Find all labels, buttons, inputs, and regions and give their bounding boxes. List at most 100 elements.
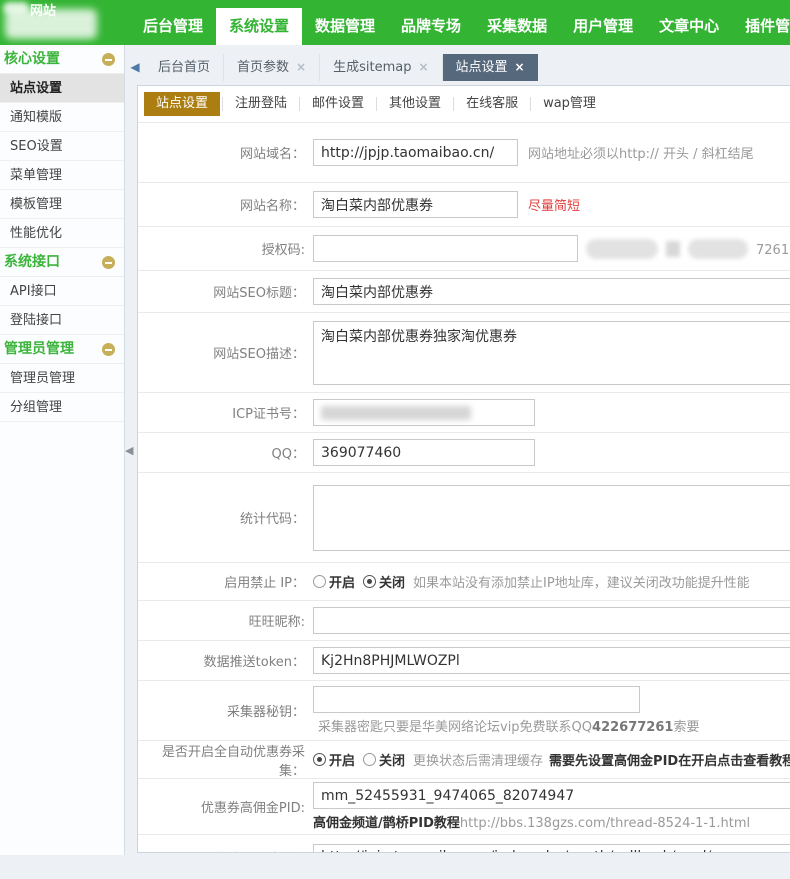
sidebar-item-group-manage[interactable]: 分组管理 xyxy=(0,393,124,422)
tab-generate-sitemap[interactable]: 生成sitemap× xyxy=(320,54,442,81)
collapse-minus-icon[interactable] xyxy=(102,53,115,66)
field-label: 统计代码： xyxy=(138,508,313,527)
subtab-other[interactable]: 其他设置 xyxy=(376,97,453,111)
sidebar-group-api[interactable]: 系统接口 xyxy=(0,248,124,277)
radio-label[interactable]: 开启 xyxy=(329,572,355,591)
collapse-minus-icon[interactable] xyxy=(102,256,115,269)
form-row: 启用禁止 IP： 开启 关闭 如果本站没有添加禁止IP地址库，建议关闭改功能提升… xyxy=(138,563,790,601)
nav-item-brand[interactable]: 品牌专场 xyxy=(388,8,474,45)
subtab-online-service[interactable]: 在线客服 xyxy=(453,97,530,111)
sidebar: 核心设置 站点设置 通知模版 SEO设置 菜单管理 模板管理 性能优化 系统接口… xyxy=(0,45,125,855)
settings-panel: 站点设置 注册登陆 邮件设置 其他设置 在线客服 wap管理 网站域名： 网站地… xyxy=(137,85,790,853)
form-row: QQ登陆回调地址： xyxy=(138,835,790,853)
top-nav: 网站 后台管理 系统设置 数据管理 品牌专场 采集数据 用户管理 文章中心 插件… xyxy=(0,0,790,45)
close-icon[interactable]: × xyxy=(515,60,525,74)
field-label: QQ： xyxy=(138,443,313,462)
form-row: 统计代码： xyxy=(138,473,790,563)
wangwang-nickname-input[interactable] xyxy=(313,607,790,634)
nav-item-articles[interactable]: 文章中心 xyxy=(646,8,732,45)
form-row: 网站SEO标题： xyxy=(138,271,790,313)
logo-text: 网站 xyxy=(30,0,56,19)
sidebar-item-menu[interactable]: 菜单管理 xyxy=(0,161,124,190)
nav-item-data[interactable]: 数据管理 xyxy=(302,8,388,45)
field-label: 网站SEO标题： xyxy=(138,282,313,301)
field-hint: 更换状态后需清理缓存 xyxy=(413,750,543,769)
nav-item-system-settings[interactable]: 系统设置 xyxy=(216,8,302,45)
seo-description-textarea[interactable]: 淘白菜内部优惠券独家淘优惠券 xyxy=(313,321,790,385)
field-label: 是否开启全自动优惠券采集： xyxy=(138,741,313,779)
radio-label[interactable]: 关闭 xyxy=(379,572,405,591)
subtab-site-settings[interactable]: 站点设置 xyxy=(144,92,220,116)
form-row: 采集器秘钥： 采集器密匙只要是华美网络论坛vip免费联系QQ422677261索… xyxy=(138,681,790,741)
sidebar-item-admin-manage[interactable]: 管理员管理 xyxy=(0,364,124,393)
qq-input[interactable] xyxy=(313,439,535,466)
site-logo: 网站 xyxy=(0,0,130,45)
tabs-scroll-left-icon[interactable]: ◀ xyxy=(125,54,145,80)
site-domain-input[interactable] xyxy=(313,139,518,166)
qq-callback-url-input[interactable] xyxy=(313,844,790,854)
sidebar-item-site-settings[interactable]: 站点设置 xyxy=(0,74,124,103)
redacted-blur xyxy=(666,241,680,257)
form-row: 网站域名： 网站地址必须以http:// 开头 / 斜杠结尾 xyxy=(138,123,790,183)
tab-site-settings[interactable]: 站点设置× xyxy=(443,54,538,81)
subtab-register-login[interactable]: 注册登陆 xyxy=(222,97,299,111)
collapse-minus-icon[interactable] xyxy=(102,343,115,356)
seo-title-input[interactable] xyxy=(313,278,790,305)
sidebar-item-notice-template[interactable]: 通知模版 xyxy=(0,103,124,132)
form-row: 数据推送token： xyxy=(138,641,790,681)
collector-key-input[interactable] xyxy=(313,686,640,713)
analytics-code-textarea[interactable] xyxy=(313,485,790,551)
tab-home-params[interactable]: 首页参数× xyxy=(224,54,320,81)
field-hint-dark[interactable]: 需要先设置高佣金PID在开启点击查看教程 xyxy=(549,750,790,769)
field-hint-red: 尽量简短 xyxy=(528,195,580,214)
nav-item-users[interactable]: 用户管理 xyxy=(560,8,646,45)
field-label: 优惠券高佣金PID: xyxy=(138,797,313,816)
nav-item-collect[interactable]: 采集数据 xyxy=(474,8,560,45)
close-icon[interactable]: × xyxy=(296,60,306,74)
nav-item-plugins[interactable]: 插件管理 xyxy=(732,8,790,45)
field-label: 网站SEO描述： xyxy=(138,343,313,362)
sidebar-item-login-api[interactable]: 登陆接口 xyxy=(0,306,124,335)
form-row: 旺旺昵称: xyxy=(138,601,790,641)
field-label: 启用禁止 IP： xyxy=(138,572,313,591)
sidebar-item-api[interactable]: API接口 xyxy=(0,277,124,306)
form-row: 是否开启全自动优惠券采集： 开启 关闭 更换状态后需清理缓存 需要先设置高佣金P… xyxy=(138,741,790,779)
license-code-input[interactable] xyxy=(313,235,578,262)
radio-label[interactable]: 开启 xyxy=(329,750,355,769)
subtab-mail[interactable]: 邮件设置 xyxy=(299,97,376,111)
radio-auto-collect-on[interactable] xyxy=(313,753,326,766)
field-label: 采集器秘钥： xyxy=(138,701,313,720)
tab-backstage-home[interactable]: 后台首页 xyxy=(145,54,224,81)
subtab-wap[interactable]: wap管理 xyxy=(530,97,608,111)
field-hint: 高佣金频道/鹊桥PID教程http://bbs.138gzs.com/threa… xyxy=(313,812,790,831)
push-token-input[interactable] xyxy=(313,647,790,674)
open-tabs-bar: ◀ 后台首页 首页参数× 生成sitemap× 站点设置× xyxy=(125,45,790,85)
radio-ip-ban-on[interactable] xyxy=(313,575,326,588)
sidebar-item-performance[interactable]: 性能优化 xyxy=(0,219,124,248)
form-row: QQ： xyxy=(138,433,790,473)
field-hint: 如果本站没有添加禁止IP地址库，建议关闭改功能提升性能 xyxy=(413,572,750,591)
sidebar-group-admin[interactable]: 管理员管理 xyxy=(0,335,124,364)
nav-item-backstage[interactable]: 后台管理 xyxy=(130,8,216,45)
field-label: 旺旺昵称: xyxy=(138,611,313,630)
radio-auto-collect-off[interactable] xyxy=(363,753,376,766)
radio-label[interactable]: 关闭 xyxy=(379,750,405,769)
sidebar-collapse-icon[interactable]: ◀ xyxy=(125,444,133,457)
sidebar-item-template[interactable]: 模板管理 xyxy=(0,190,124,219)
close-icon[interactable]: × xyxy=(418,60,428,74)
field-label: 网站名称： xyxy=(138,195,313,214)
field-label: ICP证书号： xyxy=(138,403,313,422)
redacted-blur xyxy=(688,239,748,259)
radio-ip-ban-off[interactable] xyxy=(363,575,376,588)
field-label: QQ登陆回调地址： xyxy=(138,848,313,854)
license-trailing-text: 7261日 xyxy=(756,239,790,258)
coupon-pid-input[interactable] xyxy=(313,782,790,809)
site-name-input[interactable] xyxy=(313,191,518,218)
sidebar-group-core[interactable]: 核心设置 xyxy=(0,45,124,74)
field-label: 授权码: xyxy=(138,239,313,258)
sidebar-item-seo[interactable]: SEO设置 xyxy=(0,132,124,161)
settings-subtabs: 站点设置 注册登陆 邮件设置 其他设置 在线客服 wap管理 xyxy=(138,86,790,123)
nav-items: 后台管理 系统设置 数据管理 品牌专场 采集数据 用户管理 文章中心 插件管理 … xyxy=(130,0,790,45)
redacted-blur xyxy=(586,239,658,259)
field-label: 网站域名： xyxy=(138,143,313,162)
